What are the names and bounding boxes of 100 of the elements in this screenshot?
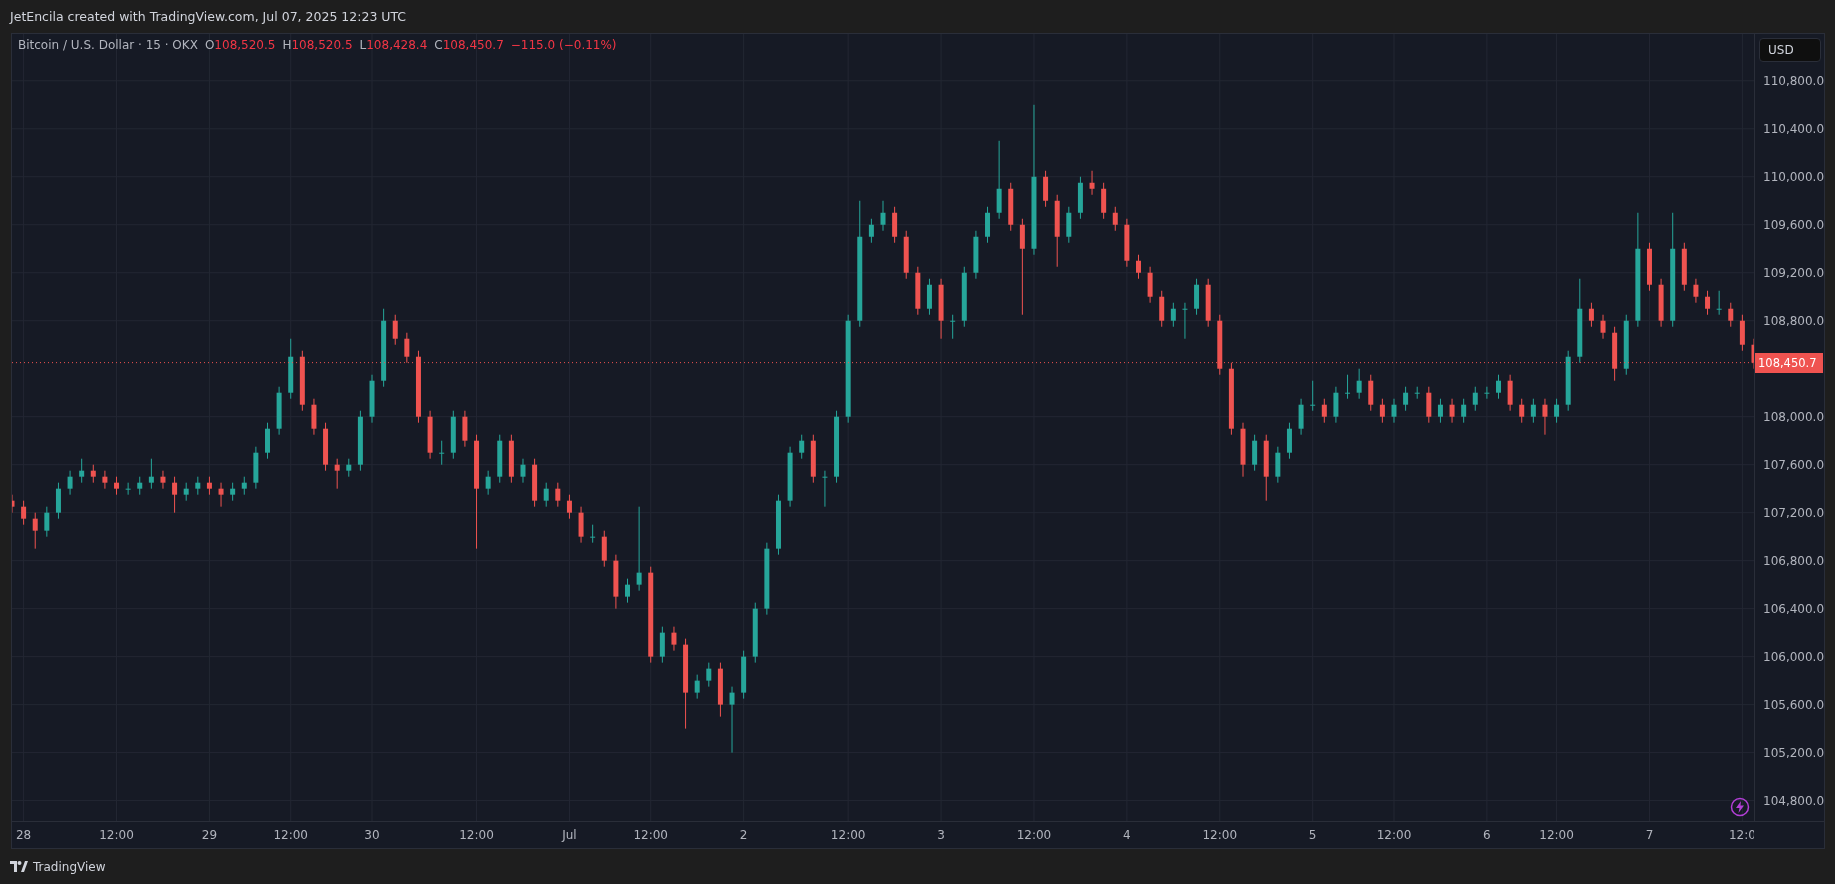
candlestick [1542, 398, 1548, 436]
time-tick: 12:00 [1202, 828, 1238, 842]
candlestick [555, 482, 561, 508]
price-tick: 109,200.0 [1763, 265, 1825, 280]
price-tick: 107,200.0 [1763, 505, 1825, 520]
price-tick: 106,400.0 [1763, 601, 1825, 616]
candlestick [706, 662, 712, 688]
candlestick [1066, 206, 1072, 244]
candlestick [1043, 170, 1049, 208]
brand-name: TradingView [33, 859, 106, 874]
candlestick [264, 422, 270, 460]
time-tick: 12:00 [1376, 828, 1412, 842]
time-tick: 2 [739, 828, 748, 842]
candlestick [334, 458, 340, 490]
price-tick: 108,000.0 [1763, 409, 1825, 424]
candlestick [996, 140, 1002, 220]
time-tick: 6 [1483, 828, 1491, 842]
candlestick [1519, 398, 1525, 424]
candlestick [1437, 398, 1443, 424]
candlestick [950, 314, 956, 340]
symbol-title: Bitcoin / U.S. Dollar · 15 · OKX [18, 38, 198, 52]
candlestick [32, 512, 38, 550]
candlestick [880, 200, 886, 232]
candlestick [543, 482, 549, 508]
candlestick [1496, 374, 1502, 400]
candlestick [601, 530, 607, 568]
ohlc-value: H108,520.5 [282, 38, 353, 52]
candlestick [55, 482, 61, 520]
price-tick: 106,800.0 [1763, 553, 1825, 568]
candlestick [1321, 398, 1327, 424]
candlestick [311, 398, 317, 436]
candlestick [1600, 314, 1606, 340]
time-tick: 12:00 [273, 828, 308, 842]
candlestick [1739, 314, 1745, 352]
candlestick [822, 470, 828, 508]
candlestick [1298, 398, 1304, 436]
currency-button[interactable]: USD [1759, 38, 1821, 62]
candlestick [44, 506, 50, 538]
candlestick [1693, 278, 1699, 304]
candlestick [439, 440, 445, 466]
candlestick [636, 506, 642, 592]
candlestick [79, 458, 85, 484]
candlestick [1112, 206, 1118, 232]
candlestick [1705, 290, 1711, 316]
price-tick: 110,400.0 [1763, 121, 1825, 136]
candlestick [1368, 374, 1374, 412]
lightning-icon[interactable] [1730, 797, 1750, 817]
candlestick [1728, 302, 1734, 328]
time-tick: 12:00 [99, 828, 134, 842]
candlestick [1588, 302, 1594, 328]
candlestick [926, 278, 932, 316]
time-tick: 12:00 [1016, 828, 1052, 842]
candlestick [1379, 398, 1385, 424]
time-tick: 28 [15, 828, 32, 842]
time-tick: 3 [937, 828, 945, 842]
candlestick [520, 458, 526, 484]
candlestick [462, 410, 468, 448]
candlestick [125, 482, 131, 496]
candlestick [1252, 434, 1258, 472]
price-tick: 108,800.0 [1763, 313, 1825, 328]
time-tick: 29 [201, 828, 218, 842]
candlestick [1101, 182, 1107, 220]
candlestick [659, 626, 665, 664]
candlestick [160, 470, 166, 490]
candlestick [1147, 266, 1153, 304]
price-tick: 109,600.0 [1763, 217, 1825, 232]
candlestick [218, 482, 224, 508]
price-tick: 107,600.0 [1763, 457, 1825, 472]
candlestick [1345, 374, 1351, 400]
candlestick [1461, 398, 1467, 424]
price-tick: 105,200.0 [1763, 745, 1825, 760]
candlestick [694, 674, 700, 700]
price-tick: 106,000.0 [1763, 649, 1825, 664]
candlestick [1414, 386, 1420, 400]
candlestick [625, 578, 631, 604]
price-tick: 110,800.0 [1763, 73, 1825, 88]
price-tick: 104,800.0 [1763, 793, 1825, 808]
candlestick [1170, 302, 1176, 328]
candlestick [485, 470, 491, 496]
candlestick [868, 218, 874, 244]
time-tick: Jul [562, 828, 577, 842]
time-tick: 5 [1308, 828, 1317, 842]
candlestick [1507, 374, 1513, 412]
candlestick [1194, 278, 1200, 316]
candlestick [392, 314, 398, 346]
time-tick: 4 [1123, 828, 1131, 842]
logo-icon [10, 861, 28, 872]
price-tick: 110,000.0 [1763, 169, 1825, 184]
candlestick [729, 686, 735, 754]
candlestick [1530, 398, 1536, 424]
candlestick [1403, 386, 1409, 412]
candlestick [1391, 398, 1397, 424]
header-title: JetEncila created with TradingView.com, Jul 07, 2025 12:23 UTC [10, 9, 407, 24]
candlestick [1484, 386, 1490, 400]
candlestick [102, 470, 108, 490]
candlestick [566, 494, 572, 520]
candlestick [1019, 218, 1025, 316]
candlestick [1135, 254, 1141, 280]
candlestick [67, 470, 73, 496]
candlestick [578, 506, 584, 544]
